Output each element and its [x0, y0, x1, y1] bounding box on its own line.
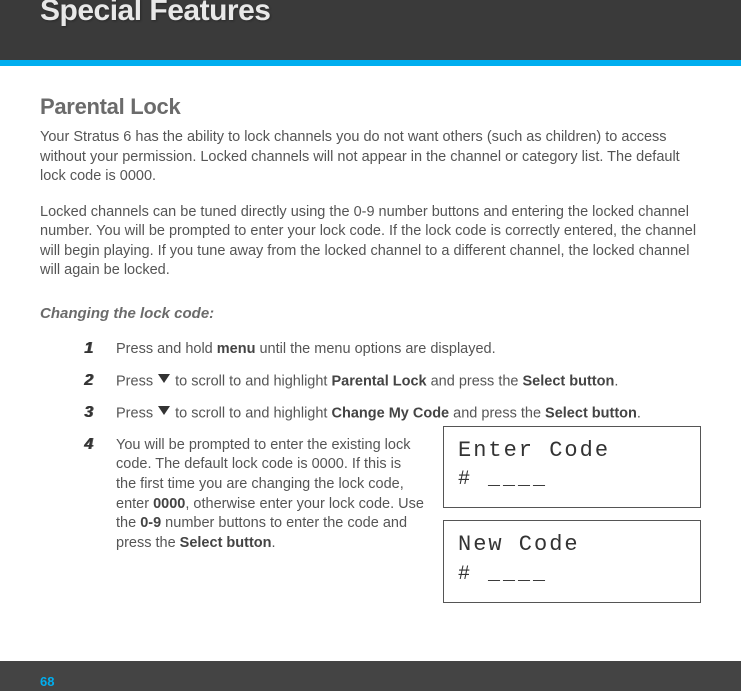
- steps-list: 1 Press and hold menu until the menu opt…: [40, 340, 701, 603]
- enter-code-screen: Enter Code # ____: [443, 426, 701, 509]
- step-4-row: You will be prompted to enter the existi…: [116, 436, 701, 603]
- step-text: You will be prompted to enter the existi…: [116, 436, 425, 553]
- text-run: .: [614, 373, 618, 389]
- step-number: 1: [84, 340, 96, 358]
- text-run: and press the: [449, 405, 545, 421]
- page-number: 68: [40, 674, 54, 689]
- screen-line-1: New Code: [458, 531, 686, 560]
- text-run: Press: [116, 373, 157, 389]
- down-arrow-icon: [157, 371, 171, 391]
- section-title: Parental Lock: [40, 94, 701, 120]
- step-text: Press to scroll to and highlight Parenta…: [116, 372, 701, 392]
- text-run: Press and hold: [116, 341, 217, 357]
- text-run: to scroll to and highlight: [171, 405, 331, 421]
- screen-line-2: # ____: [458, 562, 686, 588]
- screen-line-2: # ____: [458, 467, 686, 493]
- bold-run: Parental Lock: [332, 373, 427, 389]
- step-number: 3: [84, 404, 96, 422]
- text-run: until the menu options are displayed.: [255, 341, 495, 357]
- down-arrow-icon: [157, 403, 171, 423]
- text-run: and press the: [427, 373, 523, 389]
- step-number: 4: [84, 436, 96, 454]
- step-3: 3 Press to scroll to and highlight Chang…: [84, 404, 701, 424]
- step-text: Press to scroll to and highlight Change …: [116, 404, 701, 424]
- header-bar: Special Features: [0, 0, 741, 60]
- bold-run: 0-9: [140, 515, 161, 531]
- bold-run: Change My Code: [332, 405, 450, 421]
- screen-line-1: Enter Code: [458, 437, 686, 466]
- page-title: Special Features: [40, 0, 713, 26]
- text-run: .: [637, 405, 641, 421]
- subheading: Changing the lock code:: [40, 305, 701, 322]
- step-text: Press and hold menu until the menu optio…: [116, 340, 701, 360]
- bold-run: Select button: [180, 535, 272, 551]
- screen-mockups: Enter Code # ____ New Code # ____: [443, 426, 701, 603]
- intro-paragraph-1: Your Stratus 6 has the ability to lock c…: [40, 128, 701, 187]
- bold-run: Select button: [523, 373, 615, 389]
- step-2: 2 Press to scroll to and highlight Paren…: [84, 372, 701, 392]
- footer-bar: [0, 661, 741, 691]
- step-4: 4 You will be prompted to enter the exis…: [84, 436, 701, 603]
- content-area: Parental Lock Your Stratus 6 has the abi…: [0, 66, 741, 603]
- step-1: 1 Press and hold menu until the menu opt…: [84, 340, 701, 360]
- step-number: 2: [84, 372, 96, 390]
- bold-run: menu: [217, 341, 256, 357]
- text-run: to scroll to and highlight: [171, 373, 331, 389]
- intro-paragraph-2: Locked channels can be tuned directly us…: [40, 203, 701, 281]
- text-run: .: [272, 535, 276, 551]
- bold-run: Select button: [545, 405, 637, 421]
- new-code-screen: New Code # ____: [443, 520, 701, 603]
- text-run: Press: [116, 405, 157, 421]
- bold-run: 0000: [153, 496, 185, 512]
